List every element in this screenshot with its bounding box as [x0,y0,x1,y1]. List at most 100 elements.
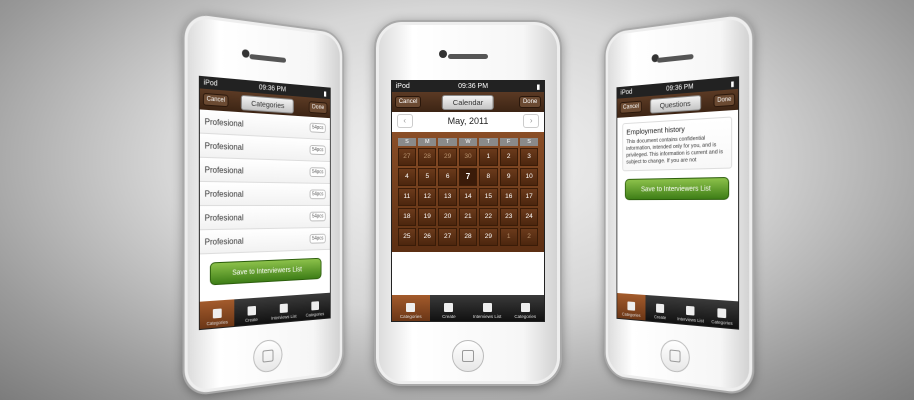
calendar-day[interactable]: 1 [500,228,518,246]
calendar-day[interactable]: 28 [418,148,436,166]
prev-month-button[interactable]: ‹ [397,114,413,128]
weekday-header: S [398,138,416,146]
tab-bar: Categories Create Interviews List Catego… [200,293,330,329]
list-item-label: Profesional [205,213,244,223]
tab-label: Create [442,314,456,319]
tab-interviews-list[interactable]: Interviews List [675,297,706,326]
calendar-day[interactable]: 5 [418,168,436,186]
calendar-day[interactable]: 27 [438,228,456,246]
tab-label: Categories [207,319,228,326]
calendar-day[interactable]: 29 [479,228,497,246]
calendar-day[interactable]: 15 [479,188,497,206]
screen: iPod 09:36 PM ▮ Cancel Questions Done Em… [616,76,739,330]
calendar-day[interactable]: 4 [398,168,416,186]
calendar-day[interactable]: 1 [479,148,497,166]
speaker-grille [657,54,694,63]
document-icon [247,306,255,316]
calendar-day[interactable]: 20 [438,208,456,226]
calendar-day[interactable]: 9 [500,168,518,186]
home-button[interactable] [661,339,690,374]
tab-label: Interviews List [473,314,502,319]
calendar-day[interactable]: 8 [479,168,497,186]
calendar-day[interactable]: 24 [520,208,538,226]
calendar-day[interactable]: 17 [520,188,538,206]
nav-title: Questions [650,95,701,114]
done-button[interactable]: Done [309,101,328,114]
calendar-day[interactable]: 2 [500,148,518,166]
tab-categories-calendar[interactable]: Categories [300,293,330,320]
list-item[interactable]: Profesional 54pcs [200,228,330,255]
done-button[interactable]: Done [519,96,541,108]
tab-create[interactable]: Create [235,297,268,326]
calendar-day[interactable]: 6 [438,168,456,186]
tab-label: Categories [306,311,325,317]
tab-label: Interviews List [677,316,704,323]
list-item[interactable]: Profesional 54pcs [200,158,330,184]
time-label: 09:36 PM [259,84,286,93]
next-month-button[interactable]: › [523,114,539,128]
save-to-interviewers-button[interactable]: Save to Interviewers List [210,258,321,286]
list-icon [213,308,222,318]
screen: iPod 09:36 PM ▮ Cancel Categories Done P… [199,76,331,330]
calendar-day[interactable]: 30 [459,148,477,166]
tab-label: Interviews List [271,314,296,321]
done-button[interactable]: Done [713,93,735,107]
calendar-day[interactable]: 10 [520,168,538,186]
document-card: Employment history This document contain… [622,116,732,171]
home-button[interactable] [253,339,282,374]
home-button[interactable] [452,340,484,372]
calendar-day[interactable]: 11 [398,188,416,206]
battery-icon: ▮ [324,89,327,97]
calendar-day[interactable]: 29 [438,148,456,166]
calendar-day[interactable]: 27 [398,148,416,166]
tab-interviews-list[interactable]: Interviews List [268,295,300,323]
calendar-day[interactable]: 26 [418,228,436,246]
phone-categories: iPod 09:36 PM ▮ Cancel Categories Done P… [183,10,344,397]
time-label: 09:36 PM [458,83,488,90]
tab-create[interactable]: Create [430,295,468,321]
calendar-day[interactable]: 28 [459,228,477,246]
tab-categories[interactable]: Categories [617,293,645,320]
calendar-day[interactable]: 22 [479,208,497,226]
calendar-day[interactable]: 18 [398,208,416,226]
tab-label: Categories [622,312,641,318]
nav-title: Calendar [442,95,494,110]
calendar-day[interactable]: 12 [418,188,436,206]
tab-bar: Categories Create Interviews List Catego… [617,293,738,329]
cancel-button[interactable]: Cancel [620,101,643,114]
cancel-button[interactable]: Cancel [395,96,422,108]
cancel-button[interactable]: Cancel [203,93,229,107]
tab-categories[interactable]: Categories [392,295,430,321]
list-item[interactable]: Profesional 54pcs [200,206,330,230]
calendar-day[interactable]: 2 [520,228,538,246]
list-item[interactable]: Profesional 54pcs [200,182,330,206]
calendar-icon [718,308,727,318]
time-label: 09:36 PM [666,83,694,92]
phone-calendar: iPod 09:36 PM ▮ Cancel Calendar Done ‹ M… [374,20,562,386]
calendar-day[interactable]: 13 [438,188,456,206]
calendar-day[interactable]: 23 [500,208,518,226]
month-header: ‹ May, 2011 › [392,112,545,130]
list-item-label: Profesional [205,165,244,175]
tab-interviews-list[interactable]: Interviews List [468,295,506,321]
calendar-day[interactable]: 25 [398,228,416,246]
list-item-label: Profesional [205,236,244,246]
calendar-day[interactable]: 3 [520,148,538,166]
document-icon [656,304,664,314]
tab-create[interactable]: Create [645,295,675,323]
tab-label: Categories [711,319,732,326]
tab-label: Categories [400,314,422,319]
tab-categories-calendar[interactable]: Categories [706,299,738,328]
calendar-day[interactable]: 19 [418,208,436,226]
user-icon [280,303,288,313]
save-to-interviewers-button[interactable]: Save to Interviewers List [625,177,729,200]
calendar-day[interactable]: 7 [459,168,477,186]
count-badge: 54pcs [310,212,326,222]
carrier-label: iPod [204,79,218,87]
calendar-day[interactable]: 14 [459,188,477,206]
calendar-day[interactable]: 21 [459,208,477,226]
tab-categories-calendar[interactable]: Categories [506,295,544,321]
calendar-day[interactable]: 16 [500,188,518,206]
tab-categories[interactable]: Categories [200,299,235,329]
carrier-label: iPod [620,89,632,97]
